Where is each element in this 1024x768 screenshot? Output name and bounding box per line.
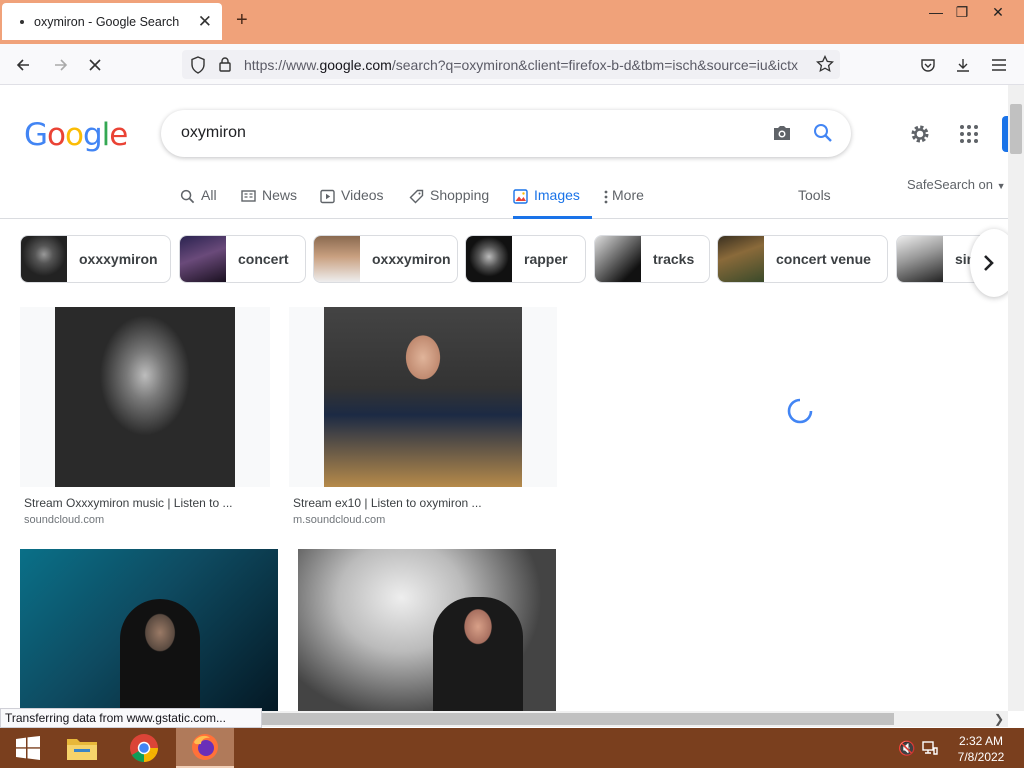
tab-close-icon[interactable]: ✕ — [198, 13, 212, 30]
google-logo[interactable]: Google — [24, 117, 128, 153]
download-icon[interactable] — [950, 52, 976, 78]
browser-tab[interactable]: oxymiron - Google Search ✕ — [2, 3, 222, 40]
chip-thumbnail — [180, 236, 226, 282]
result-image-subject — [433, 597, 523, 711]
forward-arrow-icon[interactable] — [48, 52, 74, 78]
vertical-scrollbar[interactable] — [1008, 85, 1024, 711]
chrome-icon[interactable] — [116, 728, 172, 768]
chip-thumbnail — [466, 236, 512, 282]
search-icon — [180, 189, 195, 204]
file-explorer-icon[interactable] — [54, 728, 110, 768]
image-icon — [513, 189, 528, 204]
chips-next-button[interactable] — [970, 229, 1008, 297]
network-icon[interactable] — [922, 740, 938, 759]
loading-dot-icon — [20, 19, 24, 24]
search-tabs: All News Videos Shopping Images More Too… — [0, 181, 1008, 219]
related-search-chips: oxxxymiron concert oxxxymiron rapper tra… — [0, 235, 1008, 283]
chip-thumbnail — [897, 236, 943, 282]
search-box[interactable]: oxymiron — [161, 110, 851, 157]
tab-title: oxymiron - Google Search — [34, 14, 180, 29]
result-caption[interactable]: Stream ex10 | Listen to oxymiron ... — [293, 496, 482, 510]
result-image-frame[interactable] — [20, 307, 270, 487]
video-icon — [320, 189, 335, 204]
browser-tab-bar: oxymiron - Google Search ✕ + — ❐ ✕ — [0, 0, 1024, 44]
image-result[interactable]: Stream ex10 | Listen to oxymiron ... m.s… — [289, 307, 557, 532]
tab-shopping[interactable]: Shopping — [409, 187, 489, 219]
settings-gear-icon[interactable] — [908, 122, 932, 151]
new-tab-icon[interactable]: + — [236, 9, 248, 32]
chip-thumbnail — [21, 236, 67, 282]
speaker-muted-icon[interactable]: 🔇 — [898, 740, 915, 757]
image-result[interactable] — [20, 549, 278, 711]
chip-oxxxymiron[interactable]: oxxxymiron — [20, 235, 171, 283]
search-input[interactable]: oxymiron — [181, 124, 246, 142]
result-source[interactable]: soundcloud.com — [24, 514, 104, 526]
url-text[interactable]: https://www.google.com/search?q=oxymiron… — [244, 57, 802, 73]
loading-spinner-icon — [787, 398, 813, 424]
tab-videos[interactable]: Videos — [320, 187, 384, 219]
stop-loading-icon[interactable] — [82, 52, 108, 78]
navigation-bar: https://www.google.com/search?q=oxymiron… — [0, 44, 1024, 85]
firefox-icon[interactable] — [176, 728, 234, 768]
window-close-icon[interactable]: ✕ — [978, 0, 1018, 24]
url-bar[interactable]: https://www.google.com/search?q=oxymiron… — [182, 50, 840, 79]
chip-concert-venue[interactable]: concert venue — [717, 235, 888, 283]
tab-images[interactable]: Images — [513, 187, 592, 219]
chip-concert[interactable]: concert — [179, 235, 306, 283]
lock-icon[interactable] — [218, 56, 232, 77]
google-images-page: Google oxymiron All News Videos Shopping… — [0, 85, 1008, 711]
image-result[interactable]: Stream Oxxxymiron music | Listen to ... … — [20, 307, 270, 532]
windows-taskbar: 🔇 2:32 AM 7/8/2022 — [0, 728, 1024, 768]
caret-down-icon: ▼ — [996, 181, 1006, 191]
news-icon — [241, 190, 256, 202]
windows-start-icon[interactable] — [0, 728, 56, 768]
result-image-frame[interactable] — [289, 307, 557, 487]
result-source[interactable]: m.soundcloud.com — [293, 514, 385, 526]
chip-thumbnail — [595, 236, 641, 282]
scroll-right-arrow-icon[interactable]: ❯ — [994, 712, 1004, 726]
tools-button[interactable]: Tools — [798, 187, 831, 203]
clock-time: 2:32 AM — [958, 734, 1004, 748]
chevron-right-icon — [984, 255, 994, 271]
chip-tracks[interactable]: tracks — [594, 235, 710, 283]
horizontal-scroll-thumb[interactable] — [262, 713, 894, 725]
pocket-icon[interactable] — [915, 52, 941, 78]
chip-rapper[interactable]: rapper — [465, 235, 586, 283]
result-caption[interactable]: Stream Oxxxymiron music | Listen to ... — [24, 496, 233, 510]
hamburger-menu-icon[interactable] — [986, 52, 1012, 78]
chip-thumbnail — [718, 236, 764, 282]
chip-thumbnail — [314, 236, 360, 282]
system-clock[interactable]: 2:32 AM 7/8/2022 — [946, 733, 1016, 765]
search-icon[interactable] — [813, 123, 833, 148]
camera-search-icon[interactable] — [772, 124, 792, 147]
result-image[interactable] — [298, 549, 556, 711]
tag-icon — [409, 189, 424, 204]
result-image-subject — [120, 599, 200, 711]
status-bar: Transferring data from www.gstatic.com..… — [0, 708, 262, 728]
back-arrow-icon[interactable] — [10, 52, 36, 78]
tab-more[interactable]: More — [604, 187, 644, 219]
safesearch-toggle[interactable]: SafeSearch on ▼ — [907, 177, 1006, 192]
bookmark-star-icon[interactable] — [816, 54, 834, 78]
shield-icon[interactable] — [190, 56, 206, 79]
tab-all[interactable]: All — [180, 187, 217, 219]
chip-oxxxymiron-2[interactable]: oxxxymiron — [313, 235, 458, 283]
clock-date: 7/8/2022 — [957, 750, 1005, 764]
google-apps-icon[interactable] — [960, 125, 978, 143]
more-vert-icon — [604, 190, 608, 204]
vertical-scroll-thumb[interactable] — [1010, 104, 1022, 154]
result-image — [55, 307, 235, 487]
result-image[interactable] — [20, 549, 278, 711]
image-result[interactable] — [298, 549, 556, 711]
result-image — [324, 307, 522, 487]
restore-icon[interactable]: ❐ — [946, 0, 978, 24]
tab-news[interactable]: News — [241, 187, 297, 219]
